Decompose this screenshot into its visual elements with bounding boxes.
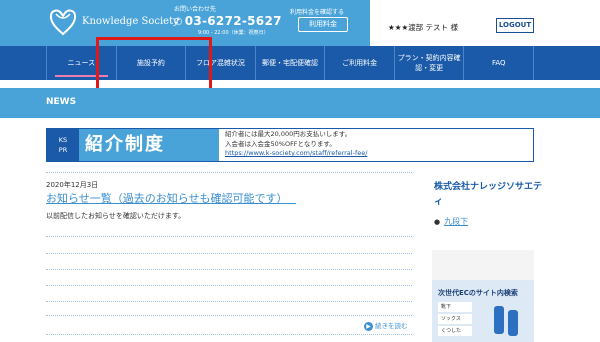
banner-line-1: 紹介者には最大20,000円お支払いします。 <box>225 130 352 138</box>
top-header: Knowledge Society お問い合わせ先 ✆ 03-6272-5627 … <box>0 0 600 46</box>
sidebar-ad[interactable]: 次世代ECのサイト内検索 靴下 ソックス くつした <box>432 250 534 342</box>
divider <box>46 334 412 335</box>
phone-text: 03-6272-5627 <box>184 14 282 28</box>
article-title-underline <box>46 203 296 204</box>
banner-heading: 紹介制度 <box>79 129 219 161</box>
banner-link[interactable]: https://www.k-society.com/staff/referral… <box>225 149 367 159</box>
divider <box>46 301 412 302</box>
logo[interactable]: Knowledge Society <box>48 8 179 36</box>
divider <box>46 315 412 316</box>
divider <box>46 269 412 270</box>
banner-line-2: 入会者は入会金50%OFFとなります。 <box>225 139 336 148</box>
article-body: 以前配信したお知らせを確認いただけます。 <box>46 212 186 220</box>
bullet-icon: ● <box>434 218 441 226</box>
read-more-link[interactable]: ▶ 続きを読む <box>364 320 408 331</box>
arrow-right-icon: ▶ <box>364 322 373 331</box>
business-hours: 9:00 - 22:00（休業：祝祭日） <box>198 30 269 36</box>
phone-number[interactable]: ✆ 03-6272-5627 <box>174 14 282 30</box>
ad-top-area <box>432 250 534 280</box>
pr-label: PR <box>58 146 68 154</box>
divider <box>46 172 412 173</box>
fee-button[interactable]: 利用料金 <box>298 17 348 32</box>
article-date: 2020年12月3日 <box>46 181 99 189</box>
phone-icon: ✆ <box>174 17 183 28</box>
logout-button[interactable]: LOGOUT <box>496 18 534 33</box>
nav-item-fees[interactable]: ご利用料金 <box>324 46 394 80</box>
heart-logo-icon <box>49 9 77 36</box>
sock-icon <box>494 306 504 334</box>
ks-label: KS <box>58 136 68 144</box>
main-nav: ニュース 施設予約 フロア混雑状況 郵便・宅配便確認 ご利用料金 プラン・契約内… <box>0 46 600 80</box>
referral-banner[interactable]: KS PR 紹介制度 紹介者には最大20,000円お支払いします。 入会者は入会… <box>46 128 534 162</box>
divider <box>46 236 412 237</box>
sidebar-heading: 株式会社ナレッジソサエティ <box>434 182 543 207</box>
ad-chip: 靴下 <box>438 302 472 312</box>
sidebar-link-kudanshita[interactable]: ● 九段下 <box>434 216 468 227</box>
divider <box>46 253 412 254</box>
section-bar <box>0 88 600 118</box>
nav-item-faq[interactable]: FAQ <box>463 46 535 80</box>
ks-pr-badge: KS PR <box>47 129 79 161</box>
ad-chip: くつした <box>438 326 472 336</box>
read-more-label: 続きを読む <box>375 322 408 330</box>
nav-item-mail-check[interactable]: 郵便・宅配便確認 <box>254 46 325 80</box>
contact-info: お問い合わせ先 ✆ 03-6272-5627 9:00 - 22:00（休業：祝祭… <box>174 6 282 37</box>
section-title: NEWS <box>46 97 77 107</box>
banner-description: 紹介者には最大20,000円お支払いします。 入会者は入会金50%OFFとなりま… <box>225 130 367 159</box>
ad-chip: ソックス <box>438 314 472 324</box>
sidebar-link-label: 九段下 <box>444 217 469 226</box>
nav-item-plan-contract[interactable]: プラン・契約内容確 認・変更 <box>393 46 464 80</box>
check-fee-label: 利用料金を確認する <box>290 9 345 16</box>
contact-label: お問い合わせ先 <box>174 6 217 13</box>
sock-icon <box>508 310 518 336</box>
ad-title: 次世代ECのサイト内検索 <box>438 289 518 297</box>
logo-text: Knowledge Society <box>82 16 179 27</box>
user-name: ★★★渡部 テスト 様 <box>388 23 458 32</box>
divider <box>46 285 412 286</box>
